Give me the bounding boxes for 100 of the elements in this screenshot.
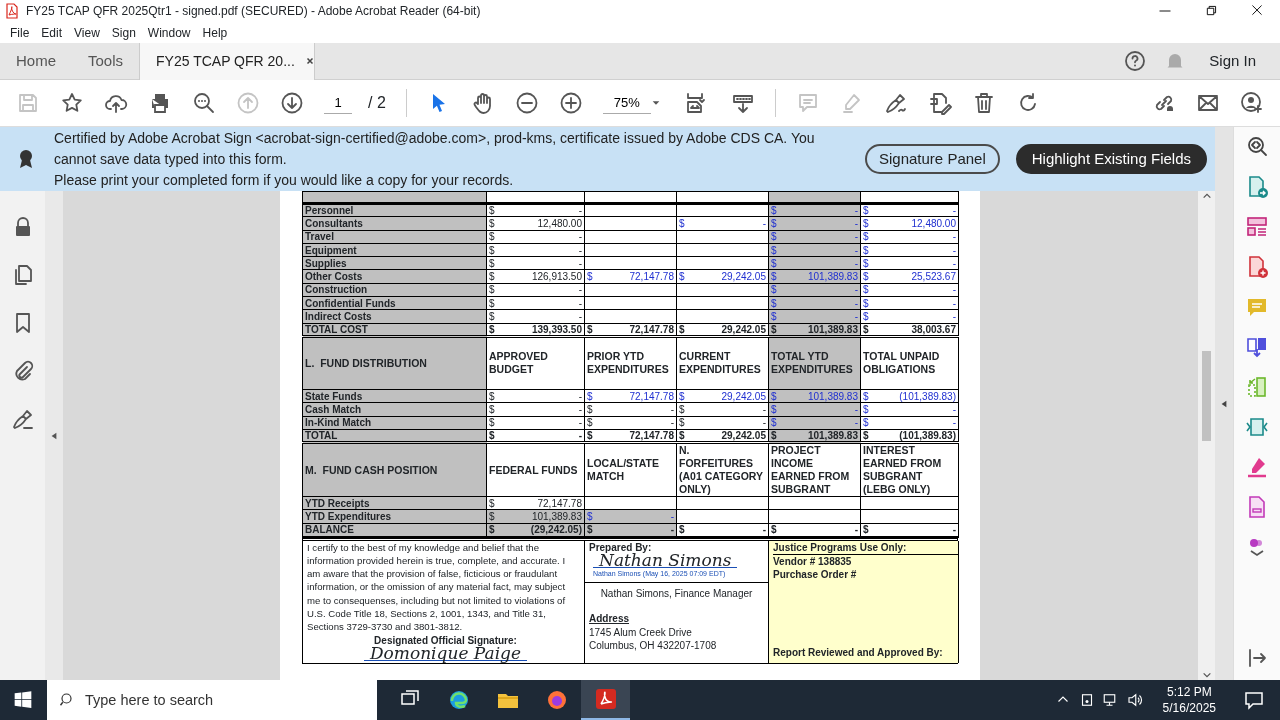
window-title: FY25 TCAP QFR 2025Qtr1 - signed.pdf (SECURED) - Adobe Acrobat Reader (64-bit) <box>26 3 482 20</box>
table-cell: $ - <box>860 230 959 244</box>
scroll-down-icon[interactable] <box>1201 670 1212 680</box>
table-header: M. FUND CASH POSITION <box>302 442 487 497</box>
menu-item[interactable]: Help <box>196 23 234 42</box>
zoom-out-icon[interactable] <box>514 91 539 115</box>
sign-in-link[interactable]: Sign In <box>1209 49 1256 73</box>
table-cell: $ - <box>860 416 959 430</box>
column-header: FEDERAL FUNDS <box>486 442 585 497</box>
search-field[interactable]: Type here to search <box>47 680 377 720</box>
table-cell: $ - <box>860 309 959 324</box>
zoom-search-icon[interactable] <box>192 91 216 115</box>
signature-label: Designated Official Signature: <box>374 633 517 646</box>
table-cell: $ 72,147.78 <box>486 496 585 510</box>
menu-item[interactable]: Window <box>141 23 197 42</box>
taskbar-app[interactable] <box>581 680 630 720</box>
table-cell: $ - <box>486 256 585 270</box>
table-cell: $ - <box>860 523 959 537</box>
office-field: Purchase Order # <box>773 568 958 582</box>
table-cell: $ 126,913.50 <box>486 270 585 284</box>
table-cell: $ 72,147.78 <box>584 389 677 403</box>
clock-date: 5/16/2025 <box>1162 700 1216 716</box>
banner-button[interactable]: Signature Panel <box>865 143 1000 175</box>
scrollbar-thumb[interactable] <box>1202 351 1211 441</box>
address-label: Address <box>588 612 630 626</box>
table-cell: $ 72,147.78 <box>584 270 677 284</box>
help-icon[interactable] <box>1123 49 1148 73</box>
menu-item[interactable]: Sign <box>105 23 142 42</box>
pen-sign-icon[interactable] <box>883 91 908 115</box>
tab[interactable]: Tools <box>72 42 140 80</box>
table-cell: $ - <box>486 389 585 403</box>
column-header: APPROVED BUDGET <box>486 336 585 390</box>
table-cell: $ 29,242.05 <box>676 270 769 284</box>
table-cell: $ - <box>860 243 959 257</box>
zoom-in-icon[interactable] <box>558 91 583 115</box>
table-cell: $ - <box>584 416 677 430</box>
table-cell: $ - <box>860 256 959 270</box>
menu-item[interactable]: File <box>4 23 36 42</box>
tab[interactable]: Home <box>0 42 72 80</box>
arrow-down-icon[interactable] <box>280 91 304 115</box>
signature: Domonique Paige <box>363 646 528 662</box>
compress-icon[interactable] <box>1245 415 1269 439</box>
address-line: 1745 Alum Creek Drive <box>588 625 693 640</box>
clock-time: 5:12 PM <box>1165 684 1213 700</box>
table-cell: $ - <box>676 416 769 430</box>
table-cell: $ 12,480.00 <box>860 216 959 231</box>
table-cell: $ - <box>486 203 585 217</box>
banner-button[interactable]: Highlight Existing Fields <box>1015 143 1207 175</box>
close-icon[interactable] <box>304 56 315 66</box>
column-header: INTEREST EARNED FROM SUBGRANT (LEBG ONLY) <box>860 442 959 497</box>
menu-item[interactable]: View <box>68 23 106 42</box>
table-cell: $ - <box>768 523 861 537</box>
zoom-search-icon[interactable] <box>1245 135 1269 159</box>
banner-text: Certified by Adobe Acrobat Sign <acrobat-sign-certified@adobe.com>, prod-kms, certificate issued by Adobe CDS CA. You cannot save data typed into this form. <box>54 128 816 169</box>
menu-item[interactable]: Edit <box>35 23 69 42</box>
table-cell: $ (101,389.83) <box>860 389 959 403</box>
office-field: Vendor # 138835 <box>773 554 958 569</box>
column-header: LOCAL/STATE MATCH <box>584 442 677 497</box>
table-cell: $ 29,242.05 <box>676 389 769 403</box>
address-line: Columbus, OH 432207-1708 <box>588 639 718 653</box>
pdf-app-icon <box>593 687 618 711</box>
combine-icon[interactable] <box>1245 335 1269 359</box>
highlighter-icon[interactable] <box>1245 455 1269 479</box>
table-cell: $ - <box>860 283 959 297</box>
table-cell: $ - <box>860 203 959 217</box>
layout-icon[interactable] <box>1245 215 1269 239</box>
column-header: PROJECT INCOME EARNED FROM SUBGRANT <box>768 442 861 497</box>
table-cell: $ - <box>486 402 585 417</box>
certification-text: I certify to the best of my knowledge and belief that the information provided herein is true, complete, and accurate. I am aware that the provision of false, ficticious or fraudulant information, or the omission of any material fact, may subject me to consequenses, including but not limited to violations of U.S. Code Title 18, Sections 2, 1001, 1343, and Title 31, Sections 3729-3730 and 3801-3812. <box>307 540 567 634</box>
table-cell: $ - <box>860 296 959 310</box>
page-total: / 2 <box>368 93 386 113</box>
tab[interactable]: FY25 TCAP QFR 20... <box>139 42 316 80</box>
prepared-by-label: Prepared By: <box>588 540 653 553</box>
tab-label: FY25 TCAP QFR 20... <box>156 51 295 71</box>
table-cell: $ 25,523.67 <box>860 270 959 284</box>
table-cell: $ - <box>486 416 585 430</box>
column-header: N. FORFEITURES (A01 CATEGORY ONLY) <box>676 442 769 497</box>
fill-sign-icon[interactable] <box>927 91 952 115</box>
table-cell: $ - <box>860 402 959 417</box>
column-header: TOTAL UNPAID OBLIGATIONS <box>860 336 959 390</box>
scroll-up-icon[interactable] <box>1201 191 1212 201</box>
table-cell: $ 72,147.78 <box>584 429 677 443</box>
pdf-icon <box>4 3 20 19</box>
table-cell: $ - <box>676 402 769 417</box>
table-cell: $ - <box>676 523 769 537</box>
table-cell: $ - <box>486 283 585 297</box>
table-cell: $ - <box>486 230 585 244</box>
office-footer: Report Reviewed and Approved By: <box>773 645 958 660</box>
table-cell: $ - <box>584 402 677 417</box>
preparer-name: Nathan Simons, Finance Manager <box>599 587 754 602</box>
star-icon[interactable] <box>60 91 84 115</box>
table-cell: $ 12,480.00 <box>486 216 585 231</box>
column-header: PRIOR YTD EXPENDITURES <box>584 336 677 390</box>
table-cell: $ 72,147.78 <box>584 323 677 337</box>
table-cell: $ - <box>486 243 585 257</box>
column-header: TOTAL YTD EXPENDITURES <box>768 336 861 390</box>
table-cell: $ - <box>486 296 585 310</box>
table-cell: $ - <box>676 216 769 231</box>
signature-icon[interactable] <box>10 407 35 431</box>
add-user-icon[interactable] <box>1240 91 1264 115</box>
